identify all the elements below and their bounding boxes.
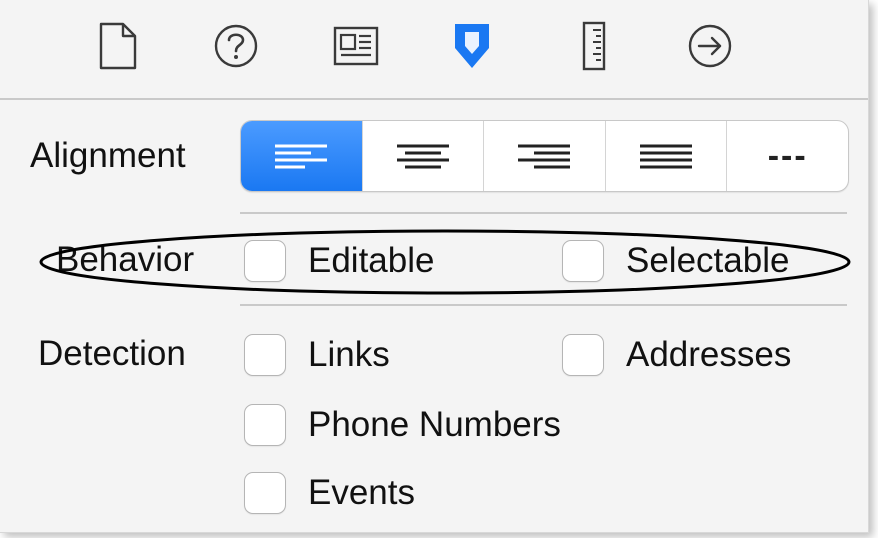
selectable-checkbox-box[interactable] [562,240,604,282]
phone-numbers-checkbox-box[interactable] [244,404,286,446]
addresses-checkbox-box[interactable] [562,334,604,376]
links-checkbox[interactable]: Links [244,334,390,376]
align-center-button[interactable] [361,121,484,191]
align-left-icon [275,144,328,169]
editable-checkbox[interactable]: Editable [244,240,434,282]
editable-checkbox-box[interactable] [244,240,286,282]
align-right-icon [518,144,571,169]
addresses-label: Addresses [626,335,792,374]
links-checkbox-box[interactable] [244,334,286,376]
file-icon[interactable] [94,18,142,74]
help-icon[interactable] [212,18,260,74]
align-justified-icon [640,144,693,169]
addresses-checkbox[interactable]: Addresses [562,334,791,376]
attributes-icon[interactable] [448,18,496,74]
align-natural-icon: --- [767,136,808,175]
toolbar-divider [0,98,868,100]
behavior-divider [240,304,847,306]
phone-numbers-checkbox[interactable]: Phone Numbers [244,404,561,446]
align-center-icon [396,144,449,169]
events-checkbox[interactable]: Events [244,472,415,514]
editable-label: Editable [308,241,435,280]
ruler-icon[interactable] [570,18,618,74]
events-label: Events [308,473,415,512]
phone-numbers-label: Phone Numbers [308,405,561,444]
alignment-divider [240,212,847,214]
identity-icon[interactable] [332,18,380,74]
align-natural-button[interactable]: --- [726,121,848,191]
detection-label: Detection [38,334,186,373]
alignment-label: Alignment [30,136,186,175]
behavior-label: Behavior [56,240,195,279]
attributes-inspector-panel: Alignment --- Behavior Editable Selectab… [0,0,869,533]
align-justified-button[interactable] [604,121,727,191]
connections-icon[interactable] [686,18,734,74]
alignment-segmented-control: --- [240,120,849,192]
selectable-checkbox[interactable]: Selectable [562,240,789,282]
align-left-button[interactable] [241,121,362,191]
links-label: Links [308,335,390,374]
inspector-toolbar [0,0,868,98]
events-checkbox-box[interactable] [244,472,286,514]
align-right-button[interactable] [483,121,605,191]
selectable-label: Selectable [626,241,790,280]
